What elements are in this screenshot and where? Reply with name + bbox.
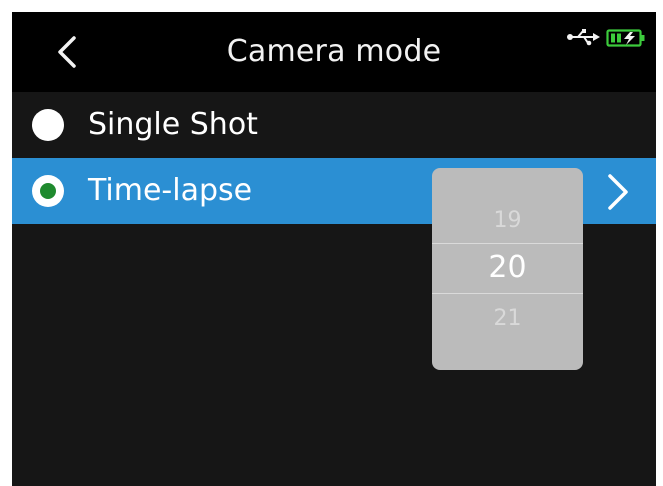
page-title: Camera mode <box>226 34 442 69</box>
radio-selected-icon <box>32 175 64 207</box>
menu-item-single-shot[interactable]: Single Shot <box>12 92 656 158</box>
menu-item-label: Single Shot <box>88 107 258 142</box>
menu-item-label: Time-lapse <box>88 173 253 208</box>
picker-divider <box>432 293 583 294</box>
picker-option-next[interactable]: 21 <box>432 297 583 341</box>
picker-option-previous[interactable]: 19 <box>432 199 583 243</box>
picker-option-selected[interactable]: 20 <box>432 244 583 292</box>
camera-screen: Camera mode Single Shot Time-lapse 19 20… <box>12 12 656 486</box>
usb-icon <box>567 29 600 46</box>
header-bar: Camera mode <box>12 12 656 92</box>
chevron-right-icon[interactable] <box>602 172 632 212</box>
number-picker[interactable]: 19 20 21 <box>432 168 583 370</box>
radio-dot <box>40 183 56 199</box>
radio-unselected-icon <box>32 109 64 141</box>
battery-charging-icon <box>606 29 645 47</box>
